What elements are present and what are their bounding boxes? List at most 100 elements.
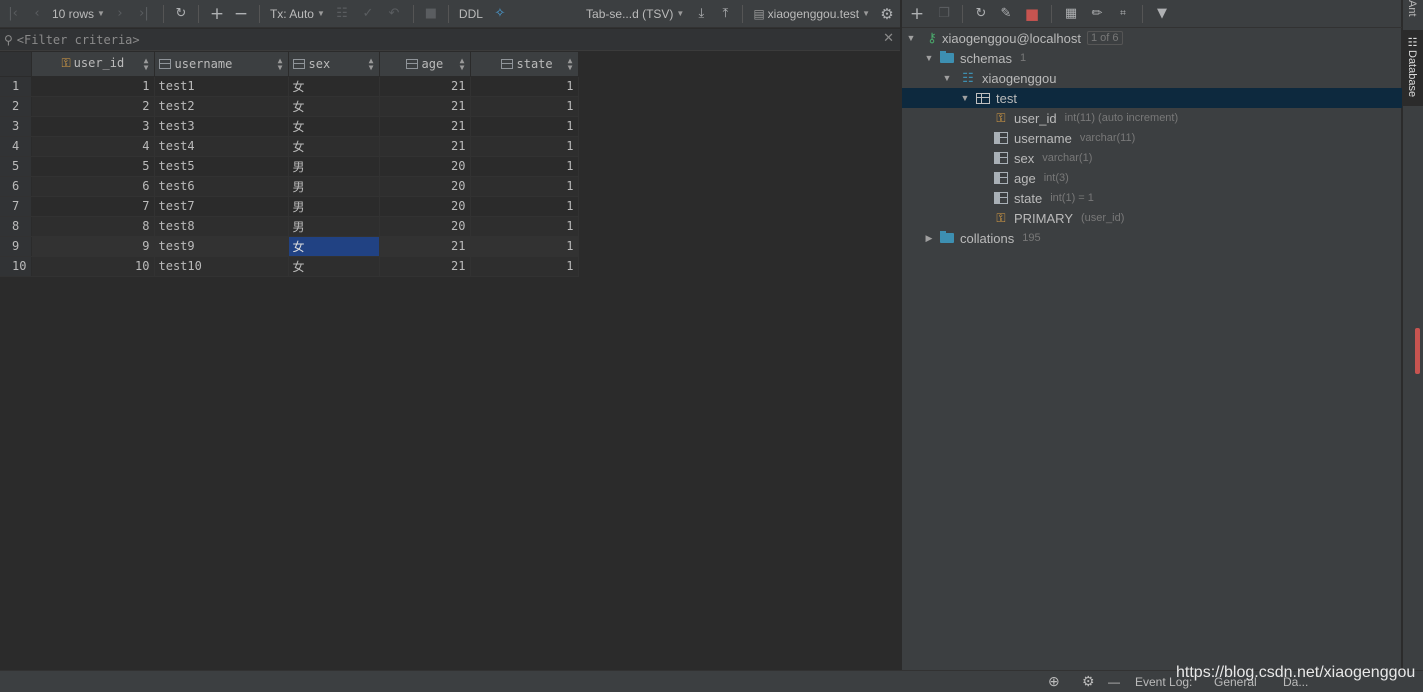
cell-state[interactable]: 1 — [470, 196, 579, 217]
cell-age[interactable]: 21 — [379, 116, 471, 137]
sort-icon[interactable]: ▲ ▼ — [144, 57, 149, 72]
rollback-icon[interactable]: ↶ — [381, 0, 407, 28]
row-number[interactable]: 9 — [0, 236, 32, 257]
cell-username[interactable]: test5 — [154, 156, 289, 177]
cell-age[interactable]: 20 — [379, 176, 471, 197]
cell-state[interactable]: 1 — [470, 256, 579, 277]
row-number[interactable]: 3 — [0, 116, 32, 137]
refresh-icon[interactable]: ↻ — [969, 0, 993, 28]
cell-username[interactable]: test8 — [154, 216, 289, 237]
cell-user-id[interactable]: 2 — [31, 96, 155, 117]
stop-icon[interactable]: ■ — [1019, 0, 1045, 28]
close-icon[interactable]: ✕ — [883, 31, 894, 46]
cell-age[interactable]: 21 — [379, 96, 471, 117]
cell-sex[interactable]: 女 — [288, 116, 380, 137]
cell-user-id[interactable]: 4 — [31, 136, 155, 157]
edit-schema-icon[interactable]: ✎ — [993, 0, 1019, 28]
table-row[interactable]: 9 9 test9 女 21 1 — [0, 236, 579, 257]
sort-icon[interactable]: ▲ ▼ — [278, 57, 283, 72]
console-icon[interactable]: ⌗ — [1110, 0, 1136, 28]
table-row[interactable]: 7 7 test7 男 20 1 — [0, 196, 579, 217]
cell-age[interactable]: 21 — [379, 136, 471, 157]
row-number[interactable]: 8 — [0, 216, 32, 237]
cell-age[interactable]: 20 — [379, 216, 471, 237]
table-row[interactable]: 8 8 test8 男 20 1 — [0, 216, 579, 237]
cell-sex[interactable]: 男 — [288, 156, 380, 177]
tree-schema[interactable]: ▼ ☷ xiaogenggou — [902, 68, 1402, 88]
cell-age[interactable]: 21 — [379, 76, 471, 97]
tree-table[interactable]: ▼ test — [902, 88, 1402, 108]
target-icon[interactable]: ⊕ — [1048, 673, 1060, 690]
add-row-icon[interactable]: + — [205, 0, 229, 28]
cell-sex[interactable]: 女 — [288, 136, 380, 157]
table-ref-dropdown[interactable]: ▤ xiaogenggou.test ▼ — [749, 0, 874, 28]
collapse-arrow-icon[interactable]: ▼ — [924, 53, 934, 63]
cell-state[interactable]: 1 — [470, 176, 579, 197]
cell-sex[interactable]: 女 — [288, 256, 380, 277]
tree-collations[interactable]: ▶ collations 195 — [902, 228, 1402, 248]
cell-user-id[interactable]: 8 — [31, 216, 155, 237]
edit-icon[interactable]: ✏ — [1084, 0, 1110, 28]
column-header-username[interactable]: username ▲ ▼ — [154, 52, 289, 77]
cell-state[interactable]: 1 — [470, 216, 579, 237]
cell-username[interactable]: test1 — [154, 76, 289, 97]
cell-username[interactable]: test3 — [154, 116, 289, 137]
database-tab[interactable]: ☷ Database — [1403, 30, 1423, 106]
cell-user-id[interactable]: 5 — [31, 156, 155, 177]
gear-icon[interactable]: ⚙ — [874, 0, 900, 28]
row-number[interactable]: 7 — [0, 196, 32, 217]
tree-connection[interactable]: ▼ ⚷ xiaogenggou@localhost 1 of 6 — [902, 28, 1402, 48]
cell-state[interactable]: 1 — [470, 116, 579, 137]
download-icon[interactable]: ⤓ — [688, 0, 714, 28]
stop-icon[interactable]: ■ — [420, 0, 442, 28]
cell-age[interactable]: 21 — [379, 256, 471, 277]
db-commit-icon[interactable]: ☷ — [329, 0, 355, 28]
last-page-icon[interactable]: ›| — [131, 0, 157, 28]
cell-user-id[interactable]: 3 — [31, 116, 155, 137]
table-row[interactable]: 3 3 test3 女 21 1 — [0, 116, 579, 137]
row-number[interactable]: 5 — [0, 156, 32, 177]
row-number[interactable]: 4 — [0, 136, 32, 157]
cell-age[interactable]: 20 — [379, 156, 471, 177]
row-number[interactable]: 10 — [0, 256, 32, 277]
cell-age[interactable]: 20 — [379, 196, 471, 217]
row-number[interactable]: 1 — [0, 76, 32, 97]
cell-state[interactable]: 1 — [470, 76, 579, 97]
expand-arrow-icon[interactable]: ▶ — [924, 233, 934, 244]
duplicate-icon[interactable]: ❐ — [932, 0, 956, 28]
cell-age[interactable]: 21 — [379, 236, 471, 257]
cell-sex[interactable]: 男 — [288, 216, 380, 237]
cell-state[interactable]: 1 — [470, 236, 579, 257]
cell-sex[interactable]: 女 — [288, 96, 380, 117]
tree-schemas[interactable]: ▼ schemas 1 — [902, 48, 1402, 68]
next-page-icon[interactable]: › — [109, 0, 131, 28]
rows-dropdown[interactable]: 10 rows ▼ — [48, 0, 109, 28]
tree-column-item[interactable]: ⚿ user_id int(11) (auto increment) — [902, 108, 1402, 128]
cell-user-id[interactable]: 7 — [31, 196, 155, 217]
cell-user-id[interactable]: 10 — [31, 256, 155, 277]
filter-bar[interactable]: ⚲ <Filter criteria> ✕ — [0, 29, 900, 51]
compare-icon[interactable]: ✧ — [487, 0, 513, 28]
cell-state[interactable]: 1 — [470, 156, 579, 177]
cell-username[interactable]: test7 — [154, 196, 289, 217]
table-row[interactable]: 6 6 test6 男 20 1 — [0, 176, 579, 197]
row-number[interactable]: 2 — [0, 96, 32, 117]
ddl-button[interactable]: DDL — [455, 0, 487, 28]
cell-user-id[interactable]: 9 — [31, 236, 155, 257]
table-row[interactable]: 10 10 test10 女 21 1 — [0, 256, 579, 277]
cell-sex[interactable]: 女 — [288, 236, 380, 257]
delete-row-icon[interactable]: − — [229, 0, 253, 28]
column-header-sex[interactable]: sex ▲ ▼ — [288, 52, 380, 77]
cell-state[interactable]: 1 — [470, 136, 579, 157]
gear-icon[interactable]: ⚙ — [1082, 673, 1095, 690]
table-view-icon[interactable]: ▦ — [1058, 0, 1084, 28]
filter-input[interactable]: <Filter criteria> — [17, 33, 140, 47]
row-number[interactable]: 6 — [0, 176, 32, 197]
column-header-state[interactable]: state ▲ ▼ — [470, 52, 579, 77]
cell-state[interactable]: 1 — [470, 96, 579, 117]
new-icon[interactable]: + — [902, 0, 932, 28]
cell-sex[interactable]: 男 — [288, 176, 380, 197]
tree-column-item[interactable]: username varchar(11) — [902, 128, 1402, 148]
cell-sex[interactable]: 女 — [288, 76, 380, 97]
table-row[interactable]: 2 2 test2 女 21 1 — [0, 96, 579, 117]
